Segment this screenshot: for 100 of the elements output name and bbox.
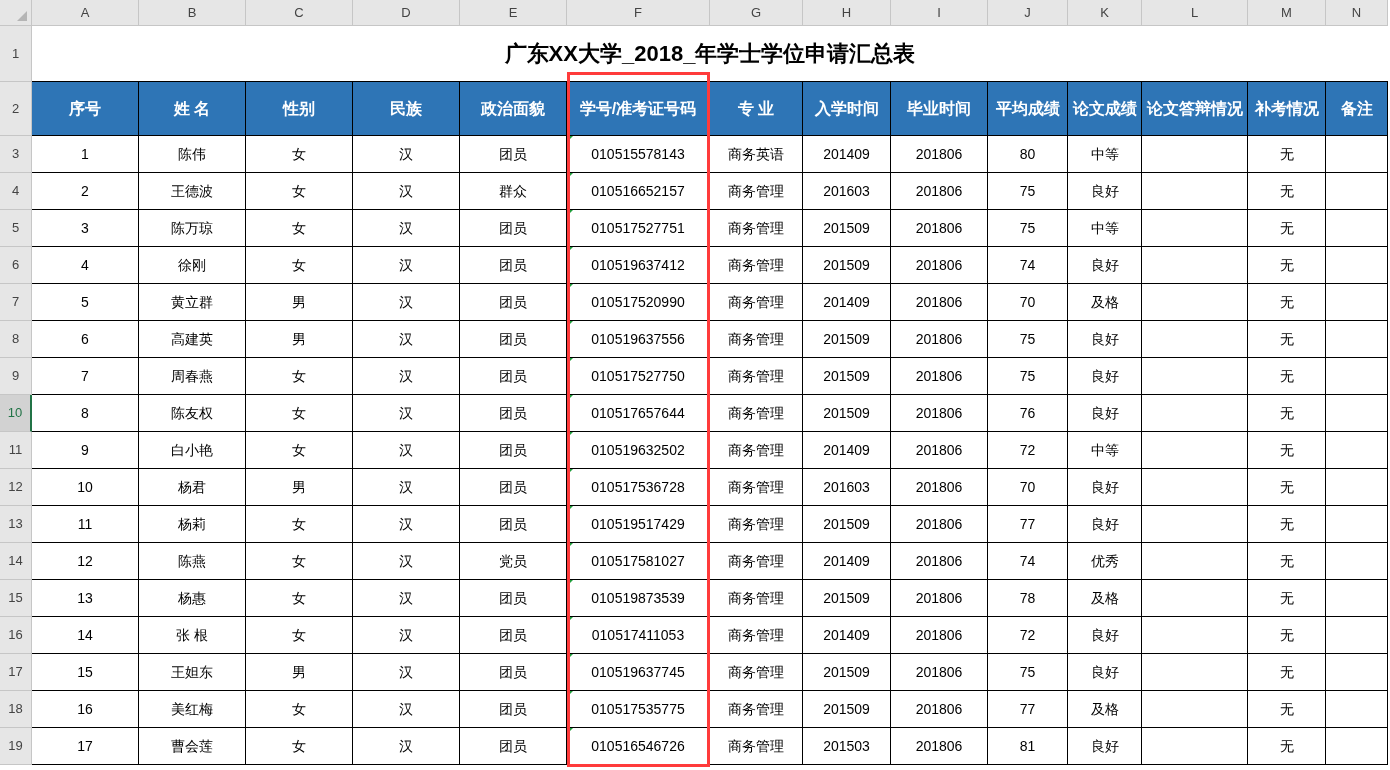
column-letter[interactable]: C (246, 0, 353, 26)
table-cell: 良好 (1068, 247, 1142, 284)
table-cell: 商务管理 (710, 395, 803, 432)
table-cell: 无 (1248, 247, 1326, 284)
row-header[interactable]: 9 (0, 358, 32, 395)
table-cell: 010517535775 (567, 691, 710, 728)
table-cell: 汉 (353, 173, 460, 210)
column-letter[interactable]: I (891, 0, 988, 26)
row-header[interactable]: 14 (0, 543, 32, 580)
row-header[interactable]: 4 (0, 173, 32, 210)
table-cell: 女 (246, 247, 353, 284)
column-letter[interactable]: K (1068, 0, 1142, 26)
table-cell: 女 (246, 210, 353, 247)
table-cell: 77 (988, 506, 1068, 543)
table-cell: 无 (1248, 580, 1326, 617)
select-all-icon[interactable] (17, 11, 27, 21)
table-cell: 80 (988, 136, 1068, 173)
column-letter[interactable]: E (460, 0, 567, 26)
empty-cell (1326, 284, 1388, 321)
table-cell: 白小艳 (139, 432, 246, 469)
row-header[interactable]: 13 (0, 506, 32, 543)
column-letter[interactable]: A (32, 0, 139, 26)
table-cell: 团员 (460, 247, 567, 284)
row-header[interactable]: 1 (0, 26, 32, 82)
row-header[interactable]: 11 (0, 432, 32, 469)
table-cell: 无 (1248, 136, 1326, 173)
table-cell: 汉 (353, 136, 460, 173)
row-header[interactable]: 15 (0, 580, 32, 617)
table-cell: 无 (1248, 543, 1326, 580)
table-cell: 无 (1248, 654, 1326, 691)
column-letter[interactable]: H (803, 0, 891, 26)
table-cell: 无 (1248, 469, 1326, 506)
column-header: 民族 (353, 82, 460, 136)
table-cell: 201409 (803, 432, 891, 469)
row-header[interactable]: 2 (0, 82, 32, 136)
table-cell: 201806 (891, 469, 988, 506)
table-cell: 男 (246, 654, 353, 691)
table-cell: 75 (988, 173, 1068, 210)
table-cell: 201806 (891, 543, 988, 580)
table-cell: 201806 (891, 210, 988, 247)
table-cell: 7 (32, 358, 139, 395)
column-letter[interactable]: M (1248, 0, 1326, 26)
table-cell: 男 (246, 469, 353, 506)
column-letter[interactable]: N (1326, 0, 1388, 26)
row-header[interactable]: 12 (0, 469, 32, 506)
table-cell: 商务管理 (710, 728, 803, 765)
table-cell: 团员 (460, 617, 567, 654)
empty-cell (1326, 543, 1388, 580)
table-cell: 美红梅 (139, 691, 246, 728)
table-cell: 汉 (353, 691, 460, 728)
table-cell: 75 (988, 654, 1068, 691)
table-cell: 良好 (1068, 358, 1142, 395)
table-cell: 74 (988, 543, 1068, 580)
table-cell: 72 (988, 432, 1068, 469)
table-cell: 王妲东 (139, 654, 246, 691)
table-cell: 201409 (803, 136, 891, 173)
table-cell: 商务管理 (710, 543, 803, 580)
table-cell: 陈友权 (139, 395, 246, 432)
table-cell: 无 (1248, 395, 1326, 432)
row-header[interactable]: 18 (0, 691, 32, 728)
table-cell: 商务管理 (710, 691, 803, 728)
table-cell: 9 (32, 432, 139, 469)
table-cell: 201806 (891, 728, 988, 765)
table-cell: 团员 (460, 691, 567, 728)
table-cell: 010515578143 (567, 136, 710, 173)
column-letter[interactable]: J (988, 0, 1068, 26)
table-cell: 团员 (460, 321, 567, 358)
column-letter[interactable]: D (353, 0, 460, 26)
row-header[interactable]: 7 (0, 284, 32, 321)
table-cell: 010517536728 (567, 469, 710, 506)
table-cell: 良好 (1068, 617, 1142, 654)
empty-cell (1326, 728, 1388, 765)
row-header[interactable]: 10 (0, 395, 32, 432)
column-letter[interactable]: F (567, 0, 710, 26)
row-header[interactable]: 19 (0, 728, 32, 765)
column-letter[interactable]: G (710, 0, 803, 26)
table-cell: 201806 (891, 617, 988, 654)
row-header[interactable]: 3 (0, 136, 32, 173)
table-cell: 201509 (803, 210, 891, 247)
row-header[interactable]: 5 (0, 210, 32, 247)
row-header[interactable]: 16 (0, 617, 32, 654)
row-header[interactable]: 6 (0, 247, 32, 284)
table-cell: 商务管理 (710, 580, 803, 617)
empty-cell (1326, 173, 1388, 210)
table-cell: 3 (32, 210, 139, 247)
column-letter[interactable]: B (139, 0, 246, 26)
row-header[interactable]: 8 (0, 321, 32, 358)
table-cell: 201509 (803, 395, 891, 432)
table-cell: 及格 (1068, 284, 1142, 321)
table-cell: 汉 (353, 358, 460, 395)
table-cell: 8 (32, 395, 139, 432)
table-cell: 女 (246, 728, 353, 765)
table-cell: 及格 (1068, 580, 1142, 617)
table-cell: 5 (32, 284, 139, 321)
table-cell: 汉 (353, 284, 460, 321)
column-letter[interactable]: L (1142, 0, 1248, 26)
table-cell: 201806 (891, 580, 988, 617)
table-cell: 201409 (803, 617, 891, 654)
table-cell: 010517581027 (567, 543, 710, 580)
row-header[interactable]: 17 (0, 654, 32, 691)
